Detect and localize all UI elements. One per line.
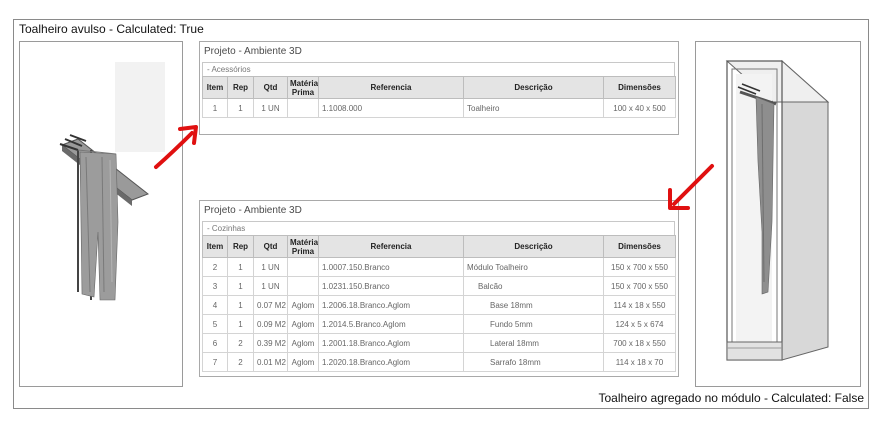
col-header-item: Item	[202, 76, 228, 99]
cell-qtd: 0.09 M2	[253, 314, 288, 334]
cell-referencia: 1.0231.150.Branco	[318, 276, 464, 296]
cell-descricao: Lateral 18mm	[463, 333, 604, 353]
caption-top: Toalheiro avulso - Calculated: True	[19, 22, 204, 36]
cell-rep: 1	[227, 257, 254, 277]
cell-qtd: 1 UN	[253, 98, 288, 118]
cell-dimensoes: 150 x 700 x 550	[603, 257, 676, 277]
col-header-qtd: Qtd	[253, 235, 288, 258]
cell-item: 3	[202, 276, 228, 296]
cell-descricao: Fundo 5mm	[463, 314, 604, 334]
accessories-table: Item Rep Qtd Matéria Prima Referencia De…	[202, 76, 676, 118]
panel-accessories: Projeto - Ambiente 3D - Acessórios Item …	[199, 41, 679, 135]
cell-referencia: 1.2014.5.Branco.Aglom	[318, 314, 464, 334]
table-header-row: Item Rep Qtd Matéria Prima Referencia De…	[202, 235, 676, 258]
col-header-qtd: Qtd	[253, 76, 288, 99]
cell-descricao: Balcão	[463, 276, 604, 296]
table-row[interactable]: 4 1 0.07 M2 Aglom 1.2006.18.Branco.Aglom…	[202, 295, 676, 315]
cell-descricao: Sarrafo 18mm	[463, 352, 604, 372]
towel-rack-illustration	[59, 62, 165, 301]
table-row[interactable]: 1 1 1 UN 1.1008.000 Toalheiro 100 x 40 x…	[202, 98, 676, 118]
table-row[interactable]: 2 1 1 UN 1.0007.150.Branco Módulo Toalhe…	[202, 257, 676, 277]
cell-dimensoes: 114 x 18 x 70	[603, 352, 676, 372]
col-header-referencia: Referencia	[318, 76, 464, 99]
cell-dimensoes: 150 x 700 x 550	[603, 276, 676, 296]
cell-materia-prima	[287, 257, 319, 277]
cell-qtd: 1 UN	[253, 276, 288, 296]
cell-descricao: Toalheiro	[463, 98, 604, 118]
panel-title: Projeto - Ambiente 3D	[204, 46, 302, 57]
cell-qtd: 0.39 M2	[253, 333, 288, 353]
towel-rack-render	[19, 41, 183, 387]
cell-item: 7	[202, 352, 228, 372]
arrow-to-accessories	[154, 125, 198, 169]
cell-item: 5	[202, 314, 228, 334]
cell-materia-prima	[287, 98, 319, 118]
table-row[interactable]: 3 1 1 UN 1.0231.150.Branco Balcão 150 x …	[202, 276, 676, 296]
cell-item: 2	[202, 257, 228, 277]
table-row[interactable]: 7 2 0.01 M2 Aglom 1.2020.18.Branco.Aglom…	[202, 352, 676, 372]
cell-dimensoes: 124 x 5 x 674	[603, 314, 676, 334]
cell-materia-prima: Aglom	[287, 295, 319, 315]
table-row[interactable]: 6 2 0.39 M2 Aglom 1.2001.18.Branco.Aglom…	[202, 333, 676, 353]
cell-rep: 1	[227, 276, 254, 296]
cell-item: 6	[202, 333, 228, 353]
cell-rep: 1	[227, 295, 254, 315]
module-illustration	[725, 59, 830, 361]
kitchens-table: Item Rep Qtd Matéria Prima Referencia De…	[202, 235, 676, 372]
col-header-rep: Rep	[227, 235, 254, 258]
cell-qtd: 0.07 M2	[253, 295, 288, 315]
cell-descricao: Base 18mm	[463, 295, 604, 315]
table-header-row: Item Rep Qtd Matéria Prima Referencia De…	[202, 76, 676, 99]
col-header-dimensoes: Dimensões	[603, 235, 676, 258]
cell-rep: 2	[227, 352, 254, 372]
cell-materia-prima	[287, 276, 319, 296]
cell-descricao: Módulo Toalheiro	[463, 257, 604, 277]
cell-referencia: 1.0007.150.Branco	[318, 257, 464, 277]
cell-materia-prima: Aglom	[287, 314, 319, 334]
cell-referencia: 1.2006.18.Branco.Aglom	[318, 295, 464, 315]
col-header-rep: Rep	[227, 76, 254, 99]
section-label-accessories: - Acessórios	[202, 62, 675, 76]
cell-referencia: 1.2001.18.Branco.Aglom	[318, 333, 464, 353]
cell-rep: 1	[227, 98, 254, 118]
arrow-to-kitchens	[668, 164, 714, 210]
cell-referencia: 1.2020.18.Branco.Aglom	[318, 352, 464, 372]
cell-item: 4	[202, 295, 228, 315]
cell-qtd: 0.01 M2	[253, 352, 288, 372]
col-header-dimensoes: Dimensões	[603, 76, 676, 99]
caption-bottom: Toalheiro agregado no módulo - Calculate…	[598, 391, 865, 405]
cell-materia-prima: Aglom	[287, 352, 319, 372]
col-header-item: Item	[202, 235, 228, 258]
col-header-descricao: Descrição	[463, 76, 604, 99]
cell-dimensoes: 700 x 18 x 550	[603, 333, 676, 353]
cell-rep: 1	[227, 314, 254, 334]
col-header-materia-prima: Matéria Prima	[287, 76, 319, 99]
col-header-descricao: Descrição	[463, 235, 604, 258]
section-label-kitchens: - Cozinhas	[202, 221, 675, 235]
cell-dimensoes: 100 x 40 x 500	[603, 98, 676, 118]
col-header-referencia: Referencia	[318, 235, 464, 258]
panel-title: Projeto - Ambiente 3D	[204, 205, 302, 216]
cell-materia-prima: Aglom	[287, 333, 319, 353]
cell-qtd: 1 UN	[253, 257, 288, 277]
cell-dimensoes: 114 x 18 x 550	[603, 295, 676, 315]
cell-rep: 2	[227, 333, 254, 353]
panel-kitchens: Projeto - Ambiente 3D - Cozinhas Item Re…	[199, 200, 679, 377]
cell-referencia: 1.1008.000	[318, 98, 464, 118]
table-row[interactable]: 5 1 0.09 M2 Aglom 1.2014.5.Branco.Aglom …	[202, 314, 676, 334]
col-header-materia-prima: Matéria Prima	[287, 235, 319, 258]
